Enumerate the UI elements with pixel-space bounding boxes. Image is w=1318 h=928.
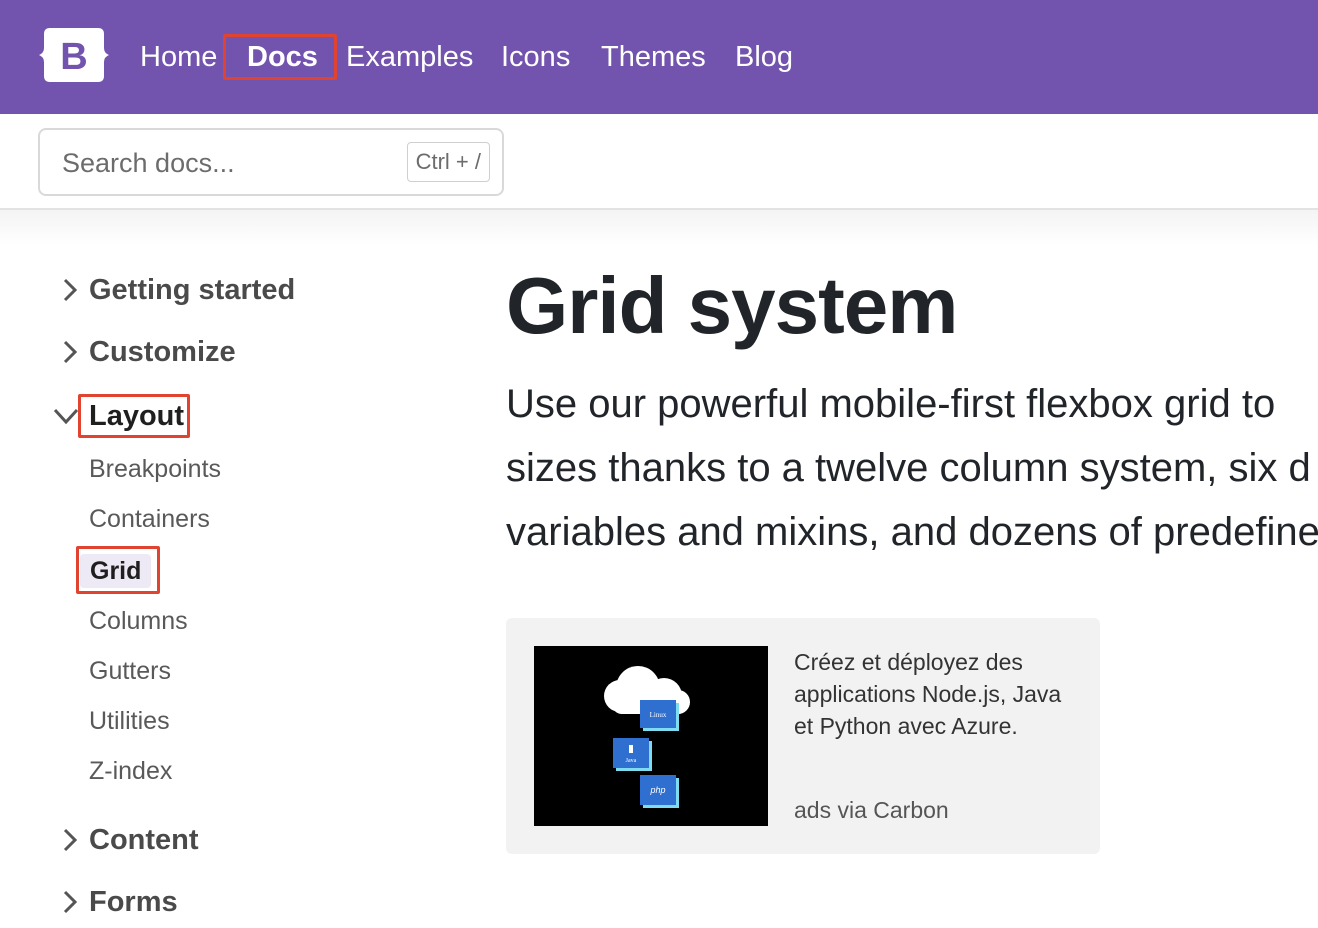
nav-link-label: Examples (346, 41, 474, 73)
sidebar-section-label: Layout (89, 400, 185, 432)
nav-link-examples[interactable]: Examples (346, 38, 473, 76)
java-badge: Java (613, 738, 652, 771)
chevron-right-icon (63, 890, 78, 914)
sidebar-section-label: Customize (89, 336, 236, 368)
search-input[interactable]: Search docs... Ctrl + / (38, 128, 504, 196)
ad-credit-link[interactable]: ads via Carbon (794, 794, 949, 826)
nav-link-docs[interactable]: Docs (247, 38, 318, 76)
linux-badge: Linux (640, 700, 679, 731)
sidebar-item-z-index[interactable]: Z-index (89, 754, 172, 788)
lead-paragraph: Use our powerful mobile-first flexbox gr… (506, 372, 1318, 564)
nav-link-blog[interactable]: Blog (735, 38, 793, 76)
sidebar-item-breakpoints[interactable]: Breakpoints (89, 452, 221, 486)
lead-line: Use our powerful mobile-first flexbox gr… (506, 382, 1276, 426)
ad-text[interactable]: Créez et déployez des applications Node.… (794, 646, 1084, 742)
nav-link-icons[interactable]: Icons (501, 38, 570, 76)
chevron-right-icon (63, 828, 78, 852)
carbon-ad[interactable]: Linux Java php Créez et déployez des app… (506, 618, 1100, 854)
nav-link-label: Docs (247, 41, 318, 73)
chevron-down-icon (53, 408, 79, 425)
main-content: Grid system Use our powerful mobile-firs… (506, 246, 1318, 928)
sidebar-section-label: Getting started (89, 274, 296, 306)
svg-text:Linux: Linux (650, 711, 667, 719)
nav-link-label: Home (140, 41, 218, 73)
bootstrap-logo-icon: B (39, 28, 109, 82)
sidebar-item-containers[interactable]: Containers (89, 502, 210, 536)
sidebar-item-utilities[interactable]: Utilities (89, 704, 170, 738)
nav-link-themes[interactable]: Themes (601, 38, 706, 76)
lead-line: sizes thanks to a twelve column system, … (506, 446, 1311, 490)
nav-link-label: Icons (501, 41, 571, 73)
php-badge: php (640, 775, 679, 808)
sidebar-item-gutters[interactable]: Gutters (89, 654, 171, 688)
sidebar-item-grid[interactable]: Grid (80, 554, 152, 588)
header-shadow (0, 210, 1318, 246)
docs-sidebar: Getting started Customize Layout Breakpo… (0, 246, 470, 928)
lead-line: variables and mixins, and dozens of pred… (506, 510, 1318, 554)
chevron-right-icon (63, 340, 78, 364)
sidebar-section-label: Forms (89, 886, 178, 918)
sidebar-item-columns[interactable]: Columns (89, 604, 188, 638)
search-bar: Search docs... Ctrl + / (0, 114, 1318, 210)
bootstrap-logo[interactable]: B (38, 26, 110, 84)
brand-letter: B (60, 36, 87, 78)
sidebar-section-label: Content (89, 824, 199, 856)
page-title: Grid system (506, 261, 958, 350)
svg-text:Java: Java (626, 758, 637, 764)
nav-link-label: Themes (601, 41, 706, 73)
azure-cloud-illustration: Linux Java php (534, 646, 768, 826)
nav-link-home[interactable]: Home (140, 38, 217, 76)
svg-text:php: php (649, 785, 665, 795)
nav-link-label: Blog (735, 41, 794, 73)
search-placeholder: Search docs... (62, 148, 235, 178)
keyboard-shortcut-hint: Ctrl + / (406, 142, 490, 182)
ad-image[interactable]: Linux Java php (534, 646, 768, 826)
chevron-right-icon (63, 278, 78, 302)
top-navbar: B Home Docs Examples Icons Themes Blog (0, 0, 1318, 114)
